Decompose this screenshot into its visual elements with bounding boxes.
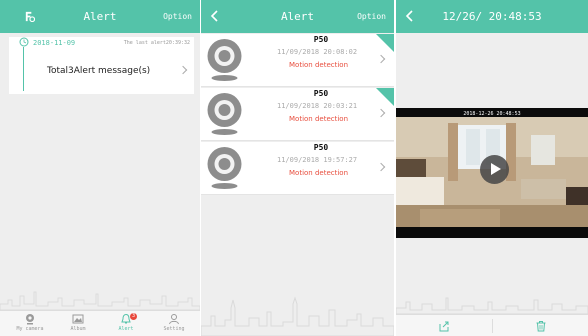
alert-list-screen: Alert Option P50 11/09/2018 20:08:02 Mot… bbox=[201, 0, 394, 336]
play-button[interactable] bbox=[480, 155, 509, 184]
clock-icon bbox=[19, 37, 29, 47]
camera-thumbnail-icon bbox=[207, 93, 242, 135]
camera-thumbnail-icon bbox=[207, 39, 242, 81]
city-skyline-decoration bbox=[201, 296, 394, 336]
video-player[interactable]: 2018-12-26 20:48:53 bbox=[396, 108, 588, 238]
tab-alert[interactable]: 3 Alert bbox=[101, 313, 151, 332]
tab-label: Setting bbox=[163, 326, 185, 332]
alert-list-item[interactable]: P50 11/09/2018 20:08:02 Motion detection bbox=[201, 34, 394, 87]
alert-time: 11/09/2018 20:03:21 bbox=[277, 102, 358, 110]
alert-list-item[interactable]: P50 11/09/2018 20:03:21 Motion detection bbox=[201, 88, 394, 141]
option-button[interactable]: Option bbox=[163, 0, 192, 33]
chevron-right-icon bbox=[376, 162, 386, 172]
video-playback-screen: 12/26/ 20:48:53 2018-12-26 20:48:53 bbox=[396, 0, 588, 336]
alert-event: Motion detection bbox=[289, 61, 349, 69]
device-name: P50 bbox=[313, 35, 329, 44]
tab-my-camera[interactable]: My camera bbox=[5, 313, 55, 332]
camera-thumbnail-icon bbox=[207, 147, 242, 189]
device-name: P50 bbox=[313, 89, 329, 98]
tab-label: Alert bbox=[118, 326, 134, 332]
tab-label: My camera bbox=[16, 326, 44, 332]
trash-icon[interactable] bbox=[535, 320, 547, 332]
alert-badge: 3 bbox=[130, 313, 137, 320]
device-name: P50 bbox=[313, 143, 329, 152]
option-button[interactable]: Option bbox=[357, 0, 386, 33]
share-icon[interactable] bbox=[438, 320, 450, 332]
alert-summary-card[interactable]: 2018-11-09 The last alert20:39:32 Total3… bbox=[9, 37, 194, 94]
new-corner-tag bbox=[376, 88, 394, 106]
chevron-right-icon bbox=[376, 108, 386, 118]
camera-icon bbox=[26, 314, 34, 325]
alert-event: Motion detection bbox=[289, 115, 349, 123]
top-bar: Alert Option bbox=[0, 0, 200, 33]
person-icon bbox=[169, 314, 179, 325]
tab-setting[interactable]: Setting bbox=[149, 313, 199, 332]
timeline-line bbox=[23, 47, 24, 91]
last-alert-time: The last alert20:39:32 bbox=[123, 40, 190, 46]
alert-list-item[interactable]: P50 11/09/2018 19:57:27 Motion detection bbox=[201, 142, 394, 195]
recording-timestamp-title: 12/26/ 20:48:53 bbox=[442, 10, 542, 23]
alert-time: 11/09/2018 20:08:02 bbox=[277, 48, 358, 56]
alert-event: Motion detection bbox=[289, 169, 349, 177]
alert-summary-screen: Alert Option 2018-11-09 The last alert20… bbox=[0, 0, 200, 336]
alert-date: 2018-11-09 bbox=[33, 39, 76, 47]
chevron-right-icon bbox=[376, 54, 386, 64]
action-divider bbox=[492, 319, 493, 333]
alert-time: 11/09/2018 19:57:27 bbox=[277, 156, 358, 164]
top-bar: 12/26/ 20:48:53 bbox=[396, 0, 588, 33]
image-icon bbox=[72, 314, 84, 324]
chevron-right-icon bbox=[178, 65, 188, 75]
alert-count-message: Total3Alert message(s) bbox=[47, 66, 151, 76]
top-bar: Alert Option bbox=[201, 0, 394, 33]
video-overlay-timestamp: 2018-12-26 20:48:53 bbox=[463, 111, 521, 117]
tab-label: Album bbox=[70, 326, 86, 332]
city-skyline-decoration bbox=[0, 291, 200, 310]
new-corner-tag bbox=[376, 34, 394, 52]
city-skyline-decoration bbox=[396, 297, 588, 314]
bottom-tab-bar: My camera Album 3 Alert Setting bbox=[0, 310, 200, 336]
tab-album[interactable]: Album bbox=[53, 313, 103, 332]
video-action-bar bbox=[396, 314, 588, 336]
